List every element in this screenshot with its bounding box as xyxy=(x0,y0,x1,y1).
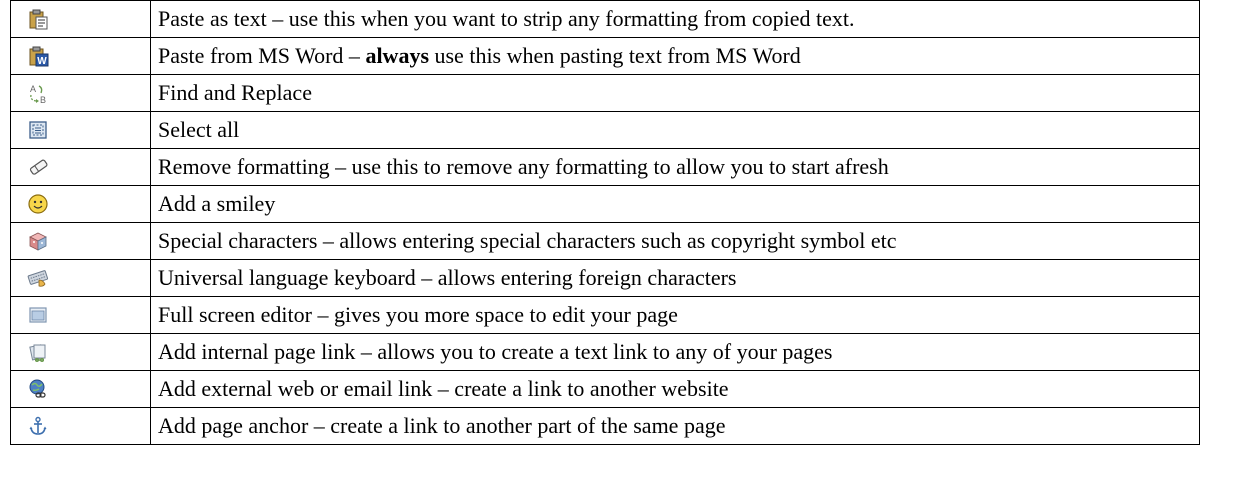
icon-cell xyxy=(10,0,151,38)
description-cell: Paste from MS Word – always use this whe… xyxy=(150,37,1200,75)
special-characters-icon xyxy=(29,232,47,251)
table-row: Full screen editor – gives you more spac… xyxy=(10,296,1200,334)
table-row: Paste as text – use this when you want t… xyxy=(10,0,1200,38)
description-cell: Full screen editor – gives you more spac… xyxy=(150,296,1200,334)
table-body: Paste as text – use this when you want t… xyxy=(10,0,1200,445)
description-cell: Special characters – allows entering spe… xyxy=(150,222,1200,260)
svg-text:A: A xyxy=(30,84,36,94)
description-cell: Remove formatting – use this to remove a… xyxy=(150,148,1200,186)
select-all-icon xyxy=(29,121,47,139)
description-text: Full screen editor – gives you more spac… xyxy=(158,302,678,327)
description-text: Special characters – allows entering spe… xyxy=(158,228,897,253)
table-row: Add internal page link – allows you to c… xyxy=(10,333,1200,371)
description-text: Universal language keyboard – allows ent… xyxy=(158,265,737,290)
description-text: Add external web or email link – create … xyxy=(158,376,729,401)
find-replace-icon: AB xyxy=(30,84,46,104)
anchor-icon xyxy=(29,416,47,435)
description-text: Add a smiley xyxy=(158,191,276,216)
table-row: Universal language keyboard – allows ent… xyxy=(10,259,1200,297)
description-cell: Universal language keyboard – allows ent… xyxy=(150,259,1200,297)
icon-cell xyxy=(10,185,151,223)
emphasis-text: always xyxy=(365,43,429,68)
table-row: Select all xyxy=(10,111,1200,149)
svg-text:B: B xyxy=(40,95,46,104)
description-text: Paste as text – use this when you want t… xyxy=(158,6,855,31)
icon-cell xyxy=(10,296,151,334)
description-text: Find and Replace xyxy=(158,80,312,105)
icon-cell xyxy=(10,407,151,445)
document-page: Paste as text – use this when you want t… xyxy=(10,0,1200,445)
description-text: Remove formatting – use this to remove a… xyxy=(158,154,889,179)
table-row: Add page anchor – create a link to anoth… xyxy=(10,407,1200,445)
description-text: Add internal page link – allows you to c… xyxy=(158,339,833,364)
table-row: Remove formatting – use this to remove a… xyxy=(10,148,1200,186)
description-cell: Add internal page link – allows you to c… xyxy=(150,333,1200,371)
icon-cell xyxy=(10,259,151,297)
icon-cell: W xyxy=(10,37,151,75)
icon-cell xyxy=(10,148,151,186)
eraser-icon xyxy=(29,159,48,175)
icon-cell: AB xyxy=(10,74,151,112)
fullscreen-icon xyxy=(29,307,47,323)
table-row: A B Find and Replace xyxy=(10,74,1200,112)
description-cell: Add a smiley xyxy=(150,185,1200,223)
description-text: Add page anchor – create a link to anoth… xyxy=(158,413,726,438)
table-row: Add external web or email link – create … xyxy=(10,370,1200,408)
description-cell: Select all xyxy=(150,111,1200,149)
table-row: Add a smiley xyxy=(10,185,1200,223)
icon-cell xyxy=(10,333,151,371)
description-cell: Find and Replace xyxy=(150,74,1200,112)
description-cell: Add external web or email link – create … xyxy=(150,370,1200,408)
internal-link-icon xyxy=(29,344,46,362)
description-text: Paste from MS Word – xyxy=(158,43,366,68)
icon-cell xyxy=(10,222,151,260)
paste-word-icon: W xyxy=(29,46,49,67)
svg-text:W: W xyxy=(37,56,47,67)
description-cell: Paste as text – use this when you want t… xyxy=(150,0,1200,38)
description-text: Select all xyxy=(158,117,240,142)
keyboard-icon xyxy=(27,270,49,287)
icon-cell xyxy=(10,111,151,149)
table-row: W Paste from MS Word – always use this wh… xyxy=(10,37,1200,75)
external-link-icon xyxy=(29,379,46,398)
table-row: Special characters – allows entering spe… xyxy=(10,222,1200,260)
description-text: use this when pasting text from MS Word xyxy=(429,43,801,68)
smiley-icon xyxy=(28,194,48,214)
icon-cell xyxy=(10,370,151,408)
toolbar-reference-table: Paste as text – use this when you want t… xyxy=(10,0,1200,445)
description-cell: Add page anchor – create a link to anoth… xyxy=(150,407,1200,445)
paste-text-icon xyxy=(29,9,48,30)
